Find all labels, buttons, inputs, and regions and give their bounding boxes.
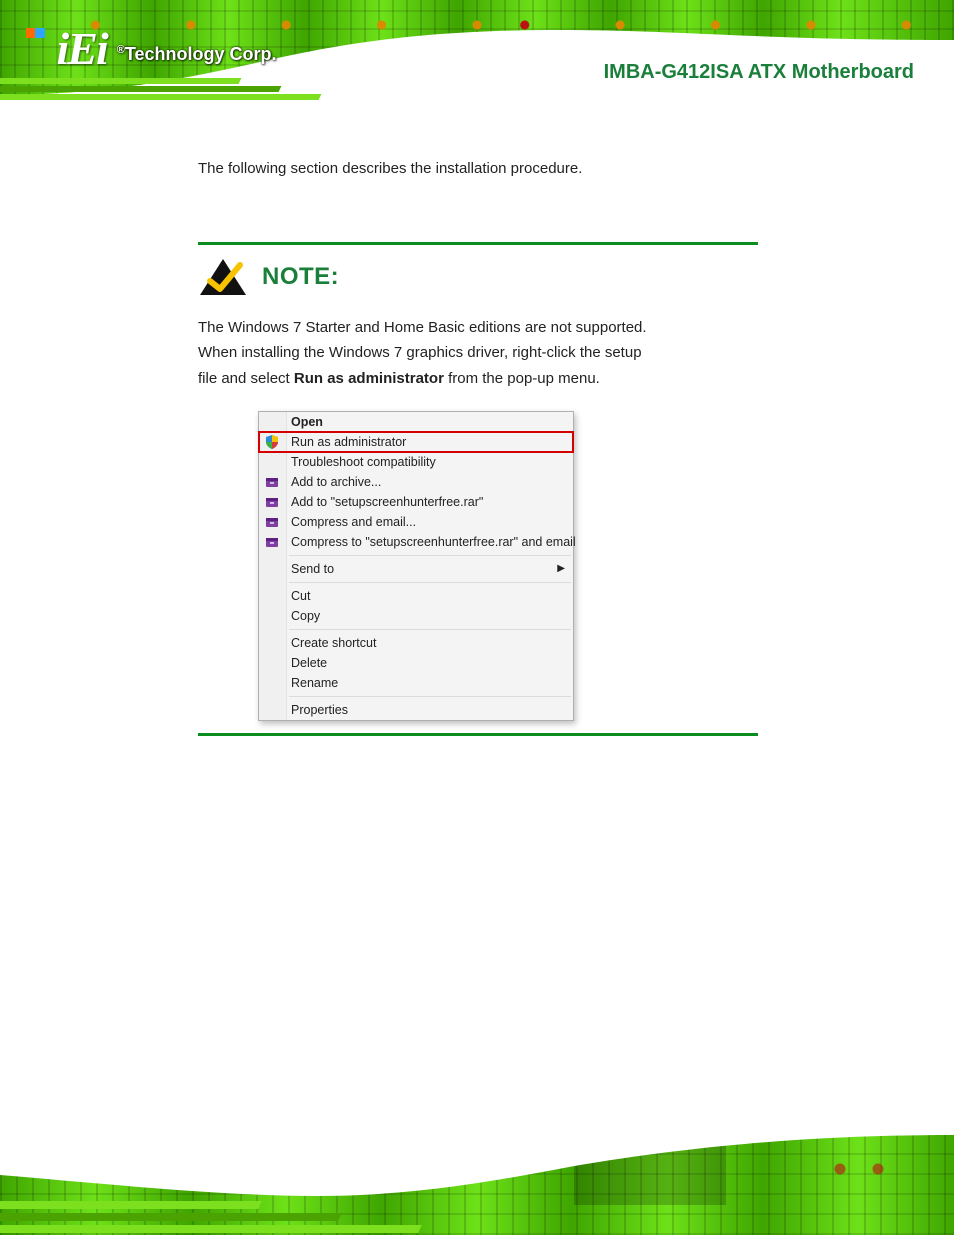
brand-logo: iEi ®®Technology Corp.Technology Corp. — [26, 22, 277, 75]
archive-icon — [265, 475, 279, 489]
iei-logo-text: iEi — [26, 22, 107, 75]
page-content: The following section describes the inst… — [198, 156, 758, 736]
divider-top — [198, 242, 758, 245]
context-menu-item-delete[interactable]: Delete — [259, 653, 573, 673]
submenu-arrow-icon: ▶ — [557, 563, 565, 574]
context-menu-item-rename[interactable]: Rename — [259, 673, 573, 693]
context-menu-separator — [289, 555, 571, 556]
header-banner: iEi ®®Technology Corp.Technology Corp. I… — [0, 0, 954, 120]
context-menu: Open Run as administrator Troubleshoot c… — [258, 411, 574, 721]
footer-stripes — [0, 1185, 700, 1235]
context-menu-item-troubleshoot[interactable]: Troubleshoot compatibility — [259, 452, 573, 472]
note-text: The Windows 7 Starter and Home Basic edi… — [198, 315, 758, 392]
context-menu-item-compress-rar-email[interactable]: Compress to "setupscreenhunterfree.rar" … — [259, 532, 573, 552]
brand-text: ®®Technology Corp.Technology Corp. — [117, 44, 277, 65]
divider-bottom — [198, 733, 758, 736]
context-menu-item-properties[interactable]: Properties — [259, 700, 573, 720]
note-label: NOTE: — [262, 263, 339, 291]
context-menu-item-add-to-rar[interactable]: Add to "setupscreenhunterfree.rar" — [259, 492, 573, 512]
archive-icon — [265, 515, 279, 529]
context-menu-item-cut[interactable]: Cut — [259, 586, 573, 606]
context-menu-item-send-to[interactable]: Send to ▶ — [259, 559, 573, 579]
context-menu-item-run-as-administrator[interactable]: Run as administrator — [259, 432, 573, 452]
context-menu-separator — [289, 696, 571, 697]
archive-icon — [265, 535, 279, 549]
archive-icon — [265, 495, 279, 509]
context-menu-separator — [289, 582, 571, 583]
footer-banner — [0, 1125, 954, 1235]
logo-letters: iEi — [57, 23, 107, 74]
context-menu-item-open[interactable]: Open — [259, 412, 573, 432]
shield-icon — [265, 435, 279, 449]
context-menu-item-create-shortcut[interactable]: Create shortcut — [259, 633, 573, 653]
note-icon — [198, 257, 248, 297]
context-menu-item-compress-email[interactable]: Compress and email... — [259, 512, 573, 532]
note-header-row: NOTE: — [198, 257, 758, 297]
context-menu-separator — [289, 629, 571, 630]
intro-paragraph: The following section describes the inst… — [198, 156, 758, 182]
context-menu-item-copy[interactable]: Copy — [259, 606, 573, 626]
context-menu-item-add-archive[interactable]: Add to archive... — [259, 472, 573, 492]
document-title: IMBA-G412ISA ATX Motherboard — [394, 52, 914, 92]
